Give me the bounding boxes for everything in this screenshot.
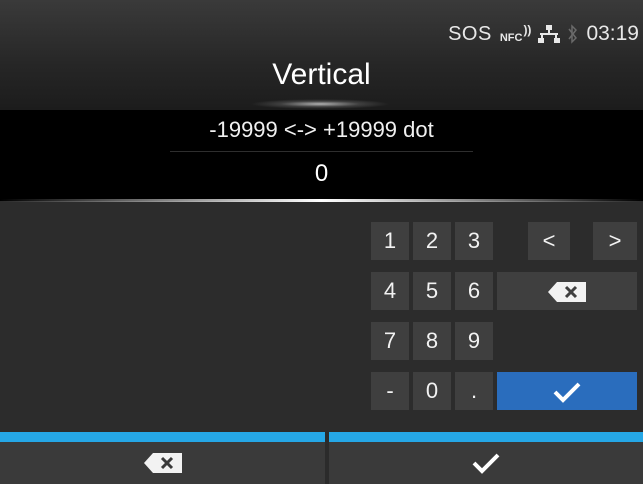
key-0[interactable]: 0 (413, 372, 451, 410)
backspace-icon (548, 282, 586, 303)
checkmark-icon (472, 453, 500, 474)
status-bar: SOS NFC)) 03:19 (448, 22, 639, 46)
cancel-button[interactable] (0, 442, 325, 484)
backspace-key[interactable] (497, 272, 637, 310)
decimal-key[interactable]: . (455, 372, 493, 410)
checkmark-icon (553, 382, 581, 404)
key-3[interactable]: 3 (455, 222, 493, 260)
header (0, 0, 643, 110)
key-7[interactable]: 7 (371, 322, 409, 360)
key-5[interactable]: 5 (413, 272, 451, 310)
network-icon (538, 24, 561, 44)
ok-button[interactable] (329, 442, 643, 484)
cancel-accent-line (0, 432, 325, 442)
page-title: Vertical (272, 58, 371, 91)
nfc-icon: NFC)) (499, 23, 532, 44)
range-hint: -19999 <-> +19999 dot (0, 110, 643, 152)
title-glow (250, 99, 390, 109)
cursor-right-key[interactable]: > (593, 222, 637, 260)
key-4[interactable]: 4 (371, 272, 409, 310)
bluetooth-icon (568, 24, 578, 44)
ok-accent-line (329, 432, 643, 442)
key-6[interactable]: 6 (455, 272, 493, 310)
minus-key[interactable]: - (371, 372, 409, 410)
confirm-key[interactable] (497, 372, 637, 410)
sos-label: SOS (448, 22, 492, 45)
cursor-left-key[interactable]: < (528, 222, 570, 260)
key-1[interactable]: 1 (371, 222, 409, 260)
clock: 03:19 (586, 22, 639, 45)
value-field[interactable]: 0 (0, 152, 643, 201)
backspace-icon (143, 453, 182, 473)
key-9[interactable]: 9 (455, 322, 493, 360)
key-8[interactable]: 8 (413, 322, 451, 360)
key-2[interactable]: 2 (413, 222, 451, 260)
